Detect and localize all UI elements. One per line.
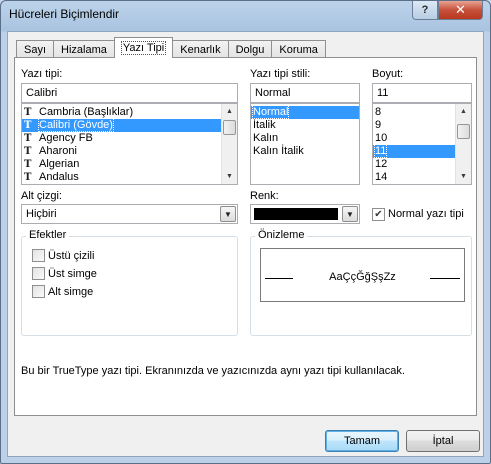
dialog-client-area: Sayı Hizalama Yazı Tipi Kenarlık Dolgu K… [7,31,484,457]
normal-font-label[interactable]: Normal yazı tipi [388,208,464,220]
size-list[interactable]: 8 9 10 11 12 14 ▲ ▼ [372,103,472,185]
strikethrough-label[interactable]: Üstü çizili [48,250,94,262]
font-input[interactable]: Calibri [21,83,238,103]
font-label: Yazı tipi: [21,68,63,80]
underline-dropdown[interactable]: Hiçbiri ▼ [21,204,238,224]
preview-box: AaÇçĞğŞşZz [260,248,465,302]
format-cells-dialog: Hücreleri Biçimlendir ? ✕ Sayı Hizalama … [0,0,491,464]
preview-sample-text: AaÇçĞğŞşZz [329,271,396,283]
truetype-icon: T [24,146,32,157]
size-input[interactable]: 11 [372,83,472,103]
font-item-label: Andalus [39,171,79,183]
underline-label: Alt çizgi: [21,190,62,202]
chevron-down-icon[interactable]: ▼ [220,206,236,222]
tab-number[interactable]: Sayı [16,40,55,58]
preview-baseline-right [430,278,460,279]
style-item[interactable]: İtalik [251,119,359,132]
style-item[interactable]: Kalın İtalik [251,145,359,158]
help-button[interactable]: ? [412,1,438,20]
font-item-label: Calibri (Gövde) [38,118,114,132]
scroll-thumb[interactable] [223,120,236,135]
font-item-label: Agency FB [39,132,93,144]
scroll-up-arrow-icon[interactable]: ▲ [222,104,237,119]
size-item-label: 8 [375,106,382,118]
font-item[interactable]: T Cambria (Başlıklar) [22,106,237,119]
font-style-label: Yazı tipi stili: [250,68,311,80]
title-bar[interactable]: Hücreleri Biçimlendir ? ✕ [1,1,490,31]
close-button[interactable]: ✕ [438,1,483,20]
style-item-label: Kalın [253,132,279,144]
font-list[interactable]: T Cambria (Başlıklar) T Calibri (Gövde) T Age… [21,103,238,185]
truetype-icon: T [24,120,32,131]
font-item[interactable]: T Calibri (Gövde) [22,118,237,132]
font-item[interactable]: T Algerian [22,158,237,171]
subscript-checkbox[interactable] [32,285,45,298]
style-item[interactable]: Normal [251,105,359,119]
style-item-label: İtalik [253,119,276,131]
cancel-button[interactable]: İptal [406,430,480,452]
ok-button[interactable]: Tamam [325,430,399,452]
color-swatch [254,208,338,220]
color-label: Renk: [250,190,279,202]
scroll-down-arrow-icon[interactable]: ▼ [222,169,237,184]
size-list-scrollbar[interactable]: ▲ ▼ [455,104,471,184]
scroll-thumb[interactable] [457,124,470,139]
size-label: Boyut: [372,68,404,80]
font-item[interactable]: T Andalus [22,171,237,184]
truetype-icon: T [24,172,32,183]
font-item-label: Aharoni [39,145,77,157]
scroll-up-arrow-icon[interactable]: ▲ [456,104,471,119]
style-item-label: Normal [251,105,290,119]
size-item-label: 9 [375,119,382,131]
size-item-label: 10 [375,132,388,144]
underline-value: Hiçbiri [26,208,57,220]
font-style-input[interactable]: Normal [250,83,360,103]
font-style-list[interactable]: Normal İtalik Kalın Kalın İtalik [250,103,360,185]
truetype-icon: T [24,159,32,170]
tab-protection[interactable]: Koruma [271,40,326,58]
tab-fill[interactable]: Dolgu [227,40,273,58]
dialog-title: Hücreleri Biçimlendir [9,7,120,21]
tab-strip: Sayı Hizalama Yazı Tipi Kenarlık Dolgu K… [16,37,326,58]
font-item[interactable]: T Aharoni [22,145,237,158]
preview-title: Önizleme [255,229,308,241]
superscript-checkbox[interactable] [32,267,45,280]
subscript-label[interactable]: Alt simge [48,286,93,298]
tab-alignment[interactable]: Hizalama [53,40,115,58]
font-info-text: Bu bir TrueType yazı tipi. Ekranınızda v… [21,365,405,377]
scroll-down-arrow-icon[interactable]: ▼ [456,169,471,184]
font-item-label: Algerian [39,158,80,170]
superscript-label[interactable]: Üst simge [48,268,97,280]
size-item-label: 14 [375,171,388,183]
size-item-label: 12 [375,158,388,170]
truetype-icon: T [24,133,32,144]
style-item-label: Kalın İtalik [253,145,304,157]
color-dropdown[interactable]: ▼ [250,204,360,224]
effects-title: Efektler [26,229,70,241]
tab-font[interactable]: Yazı Tipi [113,37,174,58]
font-list-scrollbar[interactable]: ▲ ▼ [221,104,237,184]
chevron-down-icon[interactable]: ▼ [342,206,358,222]
strikethrough-checkbox[interactable] [32,249,45,262]
font-item[interactable]: T Agency FB [22,132,237,145]
tab-border[interactable]: Kenarlık [172,40,229,58]
style-item[interactable]: Kalın [251,132,359,145]
font-item-label: Cambria (Başlıklar) [39,106,134,118]
size-item-label: 11 [373,144,388,158]
font-tab-panel: Yazı tipi: Calibri T Cambria (Başlıklar) T… [14,57,477,416]
truetype-icon: T [24,107,32,118]
normal-font-checkbox[interactable]: ✔ [372,208,385,221]
